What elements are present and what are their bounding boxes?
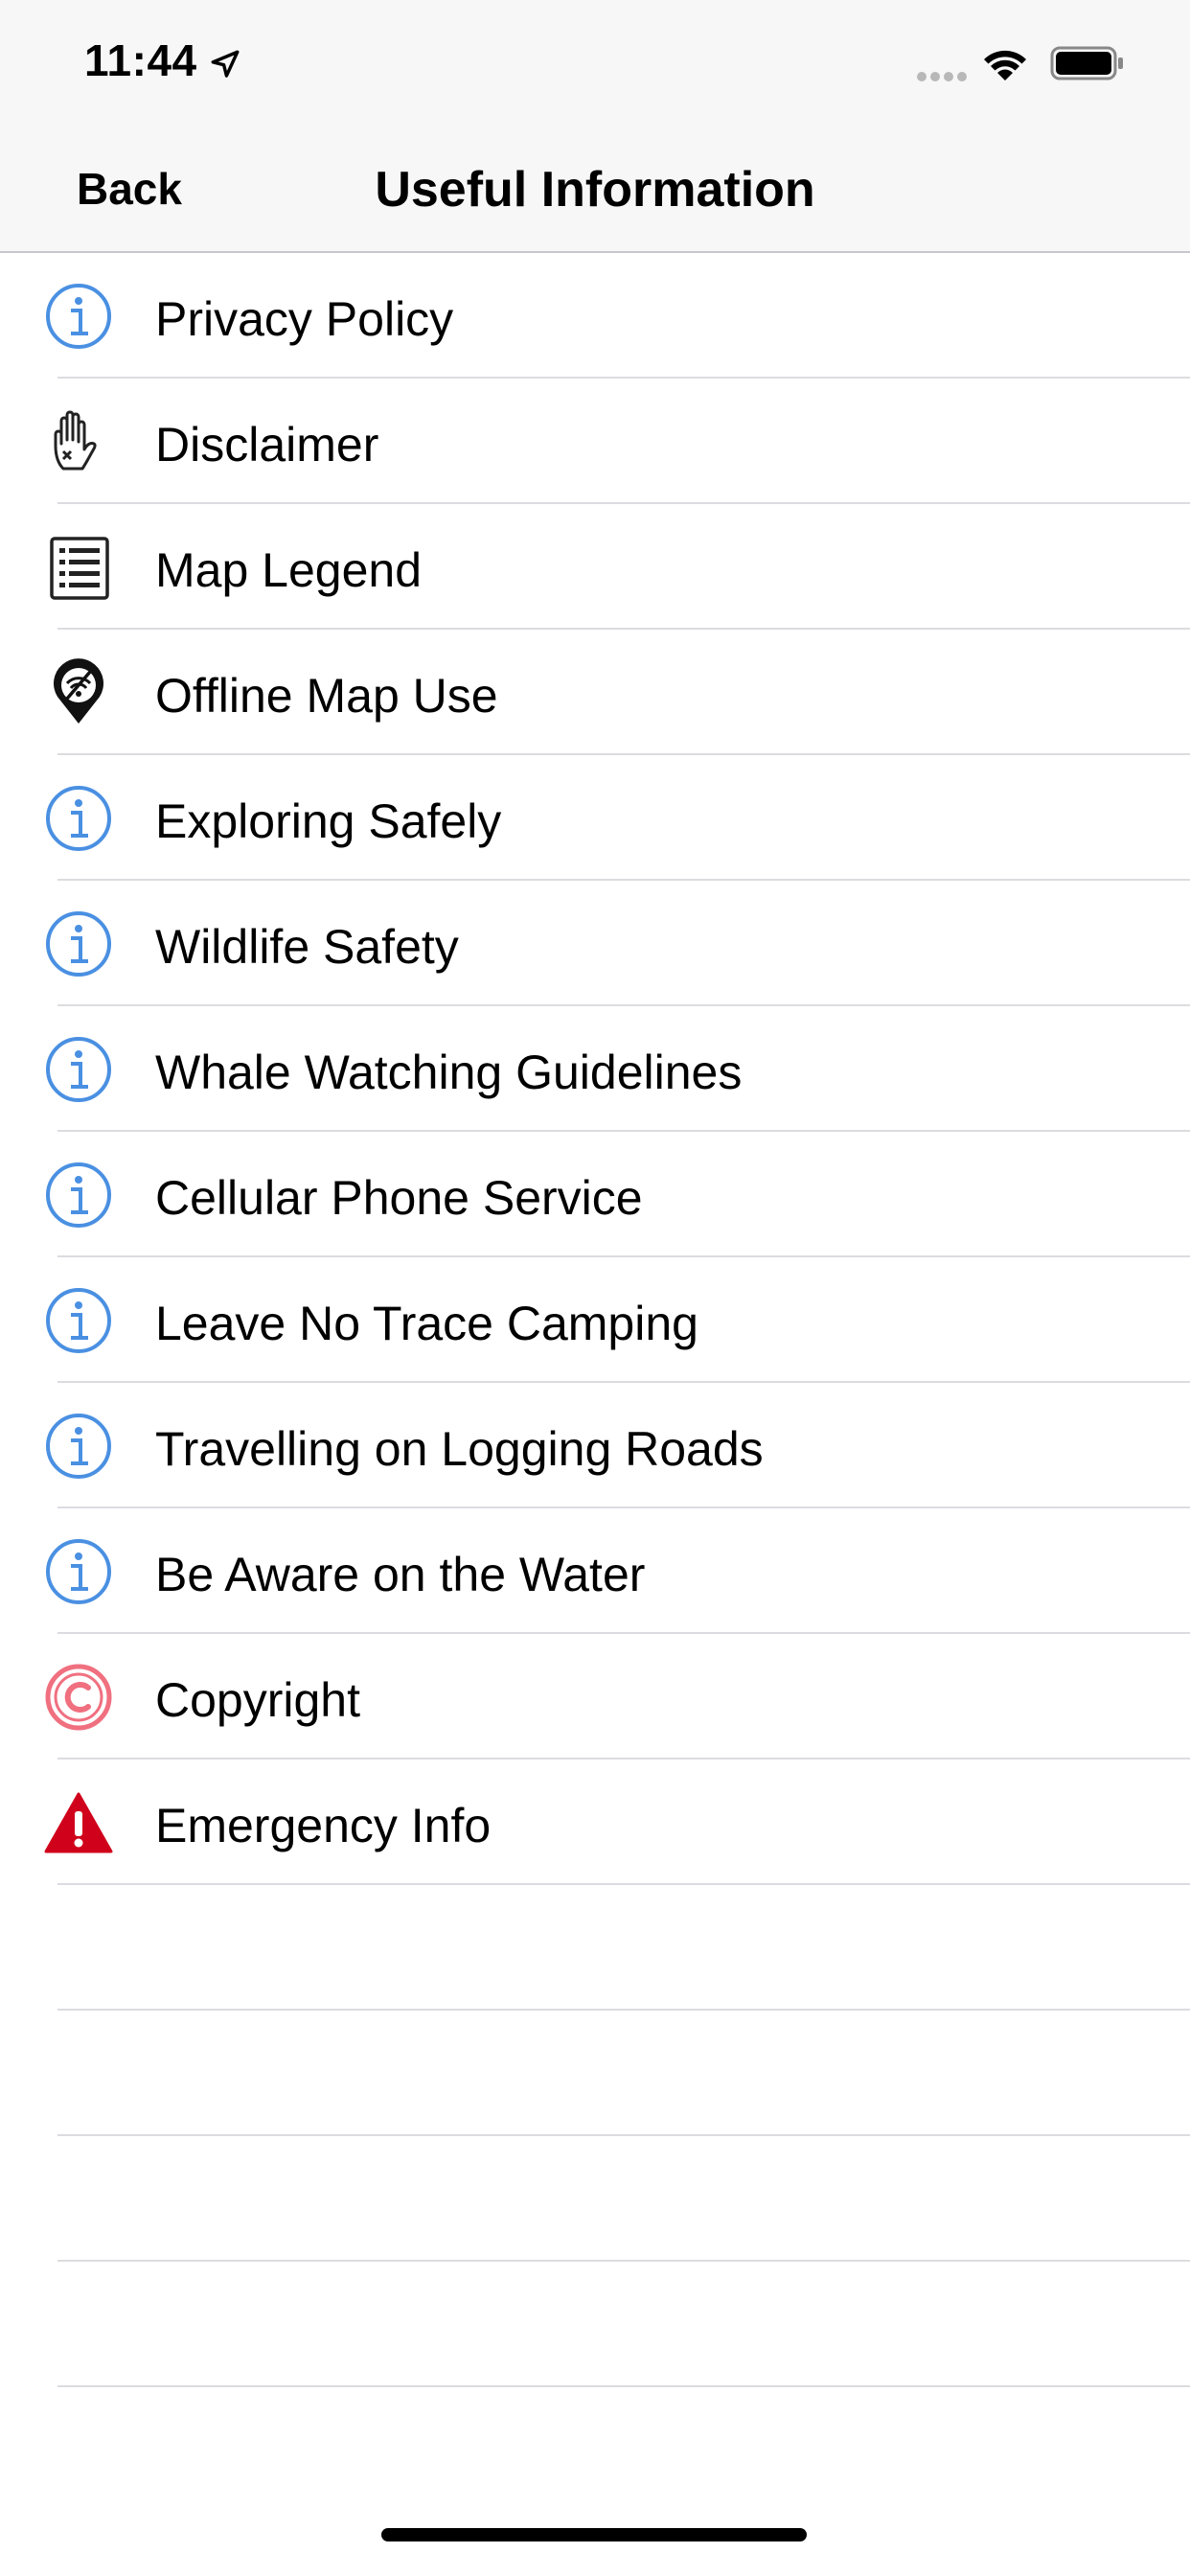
info-list: Privacy Policy Disclaimer Map Legend Off [0, 253, 1190, 2387]
list-item-label: Disclaimer [155, 418, 379, 472]
empty-row [0, 1885, 1190, 2011]
hand-stop-icon [54, 410, 97, 471]
list-item-label: Leave No Trace Camping [155, 1297, 698, 1350]
cellular-signal-icon [917, 72, 967, 81]
list-item-label: Be Aware on the Water [155, 1548, 646, 1601]
navigation-bar: Back Useful Information [0, 126, 1190, 253]
list-item-leave-no-trace-camping[interactable]: Leave No Trace Camping [0, 1257, 1190, 1383]
list-item-label: Cellular Phone Service [155, 1171, 643, 1225]
empty-row [0, 2011, 1190, 2136]
info-icon [46, 1414, 111, 1479]
info-icon [46, 1539, 111, 1604]
list-item-emergency-info[interactable]: Emergency Info [0, 1760, 1190, 1885]
empty-row [0, 2136, 1190, 2262]
list-item-label: Map Legend [155, 543, 423, 597]
list-item-label: Offline Map Use [155, 669, 498, 723]
list-item-travelling-on-logging-roads[interactable]: Travelling on Logging Roads [0, 1383, 1190, 1508]
list-item-cellular-phone-service[interactable]: Cellular Phone Service [0, 1132, 1190, 1257]
empty-row [0, 2262, 1190, 2387]
warning-icon [44, 1792, 113, 1853]
list-item-label: Exploring Safely [155, 794, 502, 848]
list-item-be-aware-on-the-water[interactable]: Be Aware on the Water [0, 1508, 1190, 1634]
info-icon [46, 1288, 111, 1353]
info-icon [46, 911, 111, 977]
list-item-label: Privacy Policy [155, 292, 454, 346]
list-item-label: Whale Watching Guidelines [155, 1046, 743, 1099]
info-icon [46, 284, 111, 349]
list-icon [50, 537, 109, 600]
list-item-map-legend[interactable]: Map Legend [0, 504, 1190, 630]
wifi-icon [984, 50, 1026, 80]
copyright-icon [45, 1664, 112, 1731]
location-arrow-icon [211, 50, 240, 78]
list-item-label: Emergency Info [155, 1799, 492, 1852]
list-item-exploring-safely[interactable]: Exploring Safely [0, 755, 1190, 881]
list-item-disclaimer[interactable]: Disclaimer [0, 379, 1190, 504]
info-icon [46, 786, 111, 851]
info-icon [46, 1162, 111, 1228]
list-item-privacy-policy[interactable]: Privacy Policy [0, 253, 1190, 379]
list-item-label: Copyright [155, 1673, 360, 1727]
list-item-copyright[interactable]: Copyright [0, 1634, 1190, 1760]
list-item-offline-map-use[interactable]: Offline Map Use [0, 630, 1190, 755]
list-item-whale-watching-guidelines[interactable]: Whale Watching Guidelines [0, 1006, 1190, 1132]
offline-map-pin-icon [54, 658, 103, 724]
home-indicator[interactable] [381, 2528, 807, 2542]
list-item-wildlife-safety[interactable]: Wildlife Safety [0, 881, 1190, 1006]
status-time: 11:44 [84, 35, 197, 85]
list-item-label: Travelling on Logging Roads [155, 1422, 764, 1476]
page-title: Useful Information [375, 162, 815, 218]
status-bar: 11:44 [0, 0, 1190, 126]
list-item-label: Wildlife Safety [155, 920, 459, 974]
battery-icon [1050, 46, 1123, 80]
info-icon [46, 1037, 111, 1102]
